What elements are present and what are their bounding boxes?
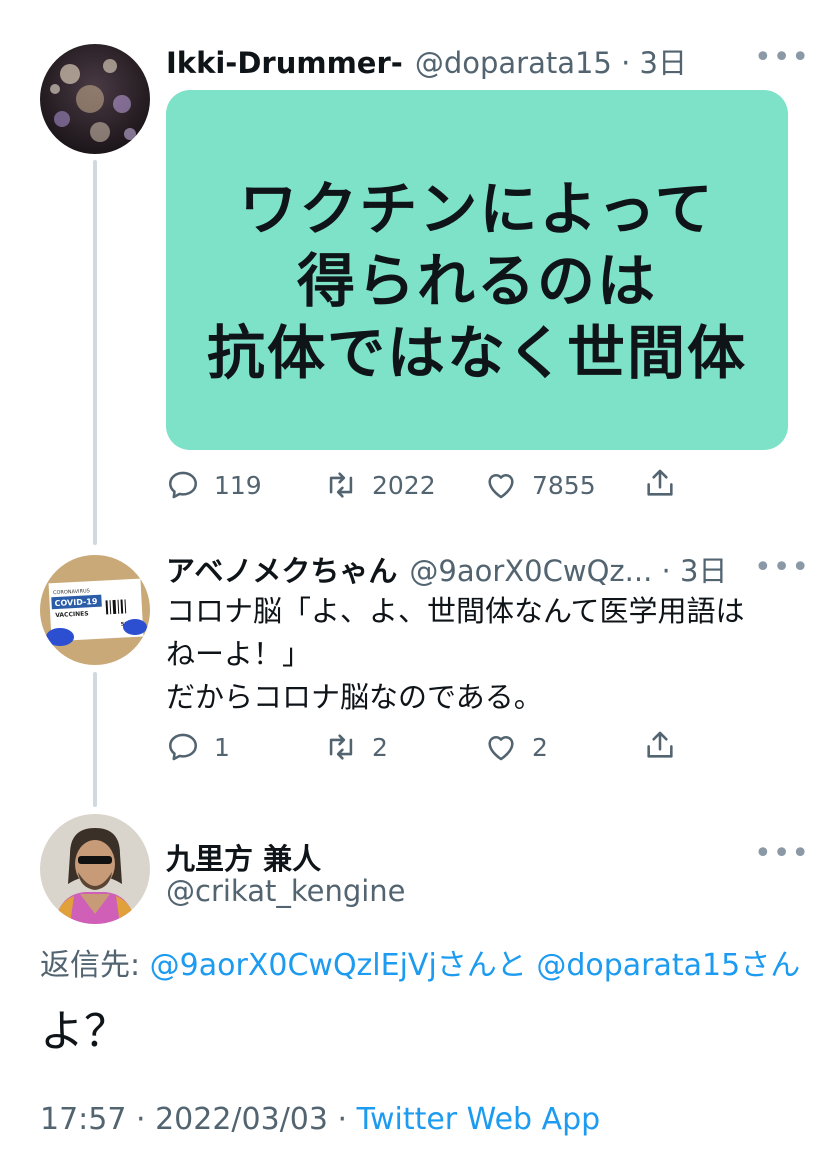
avatar[interactable] [40, 814, 150, 924]
reply-icon [168, 733, 198, 761]
author-handle-time[interactable]: @9aorX0CwQz... · 3日 [409, 548, 727, 590]
retweet-button[interactable]: 2 [324, 730, 388, 764]
tweet-image[interactable]: ワクチンによって 得られるのは 抗体ではなく世間体 [166, 90, 788, 450]
thread-line [93, 672, 97, 807]
reply-prefix: 返信先: [40, 948, 150, 983]
reply-button[interactable]: 119 [166, 468, 262, 502]
retweet-icon [329, 734, 353, 760]
heart-icon [488, 473, 514, 499]
reply-count: 119 [214, 470, 262, 500]
image-text-line: 抗体ではなく世間体 [206, 319, 747, 387]
avatar[interactable] [40, 44, 150, 154]
reply-button[interactable]: 1 [166, 730, 230, 764]
reply-mid: さんと [436, 948, 527, 983]
retweet-count: 2 [372, 732, 388, 762]
like-button[interactable]: 7855 [484, 468, 596, 502]
share-button[interactable] [643, 728, 677, 762]
tweet-text-line: ねーよ！」 [166, 637, 312, 671]
tweet-text: よ？ [40, 1006, 128, 1057]
author-handle[interactable]: @crikat_kengine [166, 874, 406, 908]
heart-icon [488, 735, 514, 761]
share-icon [647, 731, 673, 758]
reply-suffix: さん [740, 948, 801, 983]
share-icon [647, 469, 673, 496]
reply-user-link[interactable]: @9aorX0CwQzlEjVj [150, 948, 437, 983]
like-count: 7855 [532, 470, 596, 500]
avatar[interactable]: CORONAVIRUS COVID-19 VACCINES 500mL [40, 555, 150, 665]
tweet-text-line: だからコロナ脳なのである。 [166, 680, 543, 714]
retweet-icon [329, 472, 353, 498]
reply-user-link[interactable]: @doparata15 [536, 948, 740, 983]
tweet-meta: 17:57 · 2022/03/03 · Twitter Web App [40, 1102, 600, 1137]
retweet-button[interactable]: 2022 [324, 468, 436, 502]
more-options-icon[interactable]: ••• [754, 550, 810, 585]
retweet-count: 2022 [372, 470, 436, 500]
reply-icon [168, 471, 198, 499]
author-handle-time[interactable]: @doparata15 · 3日 [415, 40, 687, 82]
like-count: 2 [532, 732, 548, 762]
more-options-icon[interactable]: ••• [754, 40, 810, 75]
replying-to: 返信先: @9aorX0CwQzlEjVjさんと @doparata15さん [40, 940, 800, 984]
author-name[interactable]: アベノメクちゃん [166, 548, 397, 590]
author-name[interactable]: 九里方 兼人 [166, 836, 321, 878]
like-button[interactable]: 2 [484, 730, 548, 764]
client-link[interactable]: Twitter Web App [357, 1102, 601, 1137]
tweet-text-line: コロナ脳「よ、よ、世間体なんて医学用語は [166, 594, 745, 628]
thread-line [93, 160, 97, 545]
author-name[interactable]: Ikki-Drummer- [166, 46, 403, 80]
reply-count: 1 [214, 732, 230, 762]
share-button[interactable] [643, 466, 677, 500]
timestamp[interactable]: 17:57 · 2022/03/03 · [40, 1102, 357, 1137]
more-options-icon[interactable]: ••• [754, 836, 810, 871]
